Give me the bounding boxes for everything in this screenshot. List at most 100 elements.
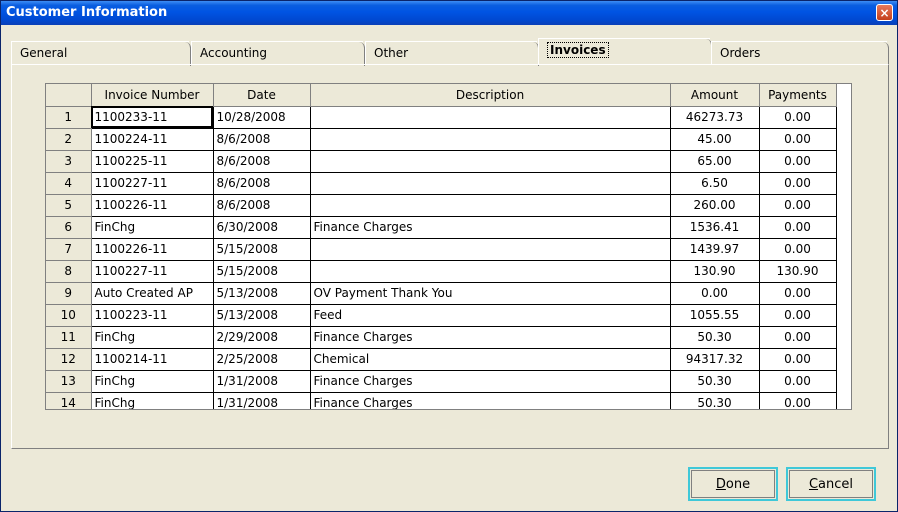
row-number-header[interactable] [46,84,92,107]
description-cell[interactable]: Finance Charges [310,392,671,409]
date-cell[interactable]: 5/13/2008 [213,304,311,327]
row-number-cell[interactable]: 11 [46,326,92,349]
row-number-cell[interactable]: 14 [46,392,92,409]
invoice-number-cell[interactable]: FinChg [91,216,214,239]
tab-orders[interactable]: Orders [711,41,889,66]
date-cell[interactable]: 5/15/2008 [213,260,311,283]
description-cell[interactable] [310,150,671,173]
row-number-cell[interactable]: 2 [46,128,92,151]
invoice-number-cell[interactable]: 1100226-11 [91,194,214,217]
date-cell[interactable]: 6/30/2008 [213,216,311,239]
table-row[interactable]: 12 1100214-11 2/25/2008 Chemical 94317.32 0.0… [46,348,837,371]
invoices-grid[interactable]: Invoice Number Date Description Amount P… [45,83,852,410]
amount-cell[interactable]: 130.90 [670,260,760,283]
date-cell[interactable]: 8/6/2008 [213,172,311,195]
close-icon[interactable]: × [876,4,893,21]
payments-cell[interactable]: 0.00 [759,216,837,239]
payments-cell[interactable]: 130.90 [759,260,837,283]
invoice-number-header[interactable]: Invoice Number [91,84,214,107]
description-cell[interactable] [310,260,671,283]
payments-cell[interactable]: 0.00 [759,348,837,371]
amount-cell[interactable]: 0.00 [670,282,760,305]
done-button[interactable]: Done [688,467,778,501]
description-cell[interactable] [310,106,671,129]
invoice-number-cell[interactable]: 1100233-11 [91,106,214,129]
payments-cell[interactable]: 0.00 [759,194,837,217]
description-cell[interactable]: Finance Charges [310,216,671,239]
row-number-cell[interactable]: 3 [46,150,92,173]
table-row[interactable]: 5 1100226-11 8/6/2008 260.00 0.00 [46,194,837,217]
description-cell[interactable]: OV Payment Thank You [310,282,671,305]
table-row[interactable]: 4 1100227-11 8/6/2008 6.50 0.00 [46,172,837,195]
row-number-cell[interactable]: 8 [46,260,92,283]
tab-other[interactable]: Other [365,41,539,66]
invoice-number-cell[interactable]: FinChg [91,370,214,393]
amount-cell[interactable]: 45.00 [670,128,760,151]
payments-cell[interactable]: 0.00 [759,282,837,305]
tab-invoices[interactable]: Invoices [538,38,712,65]
payments-cell[interactable]: 0.00 [759,304,837,327]
tab-general[interactable]: General [11,41,191,66]
description-cell[interactable]: Finance Charges [310,326,671,349]
table-row[interactable]: 8 1100227-11 5/15/2008 130.90 130.90 [46,260,837,283]
payments-cell[interactable]: 0.00 [759,172,837,195]
description-cell[interactable]: Finance Charges [310,370,671,393]
description-cell[interactable] [310,128,671,151]
invoice-number-cell[interactable]: 1100226-11 [91,238,214,261]
table-row[interactable]: 7 1100226-11 5/15/2008 1439.97 0.00 [46,238,837,261]
payments-header[interactable]: Payments [759,84,837,107]
cancel-button[interactable]: Cancel [786,467,876,501]
payments-cell[interactable]: 0.00 [759,106,837,129]
date-cell[interactable]: 8/6/2008 [213,150,311,173]
table-row[interactable]: 13 FinChg 1/31/2008 Finance Charges 50.30 0.0… [46,370,837,393]
row-number-cell[interactable]: 7 [46,238,92,261]
date-cell[interactable]: 10/28/2008 [213,106,311,129]
date-cell[interactable]: 8/6/2008 [213,128,311,151]
table-row[interactable]: 9 Auto Created AP 5/13/2008 OV Payment Than… [46,282,837,305]
payments-cell[interactable]: 0.00 [759,128,837,151]
row-number-cell[interactable]: 1 [46,106,92,129]
table-row[interactable]: 11 FinChg 2/29/2008 Finance Charges 50.30 0.0… [46,326,837,349]
row-number-cell[interactable]: 13 [46,370,92,393]
description-cell[interactable] [310,172,671,195]
amount-cell[interactable]: 50.30 [670,392,760,409]
tab-accounting[interactable]: Accounting [191,41,365,66]
description-cell[interactable] [310,194,671,217]
description-cell[interactable]: Chemical [310,348,671,371]
table-row[interactable]: 2 1100224-11 8/6/2008 45.00 0.00 [46,128,837,151]
date-cell[interactable]: 8/6/2008 [213,194,311,217]
table-row[interactable]: 1 1100233-11 10/28/2008 46273.73 0.00 [46,106,837,129]
amount-cell[interactable]: 50.30 [670,370,760,393]
row-number-cell[interactable]: 5 [46,194,92,217]
table-row[interactable]: 6 FinChg 6/30/2008 Finance Charges 1536.41 0.… [46,216,837,239]
table-row[interactable]: 14 FinChg 1/31/2008 Finance Charges 50.30 0.0… [46,392,837,409]
description-cell[interactable] [310,238,671,261]
amount-cell[interactable]: 50.30 [670,326,760,349]
row-number-cell[interactable]: 6 [46,216,92,239]
payments-cell[interactable]: 0.00 [759,326,837,349]
payments-cell[interactable]: 0.00 [759,150,837,173]
invoice-number-cell[interactable]: 1100225-11 [91,150,214,173]
date-cell[interactable]: 1/31/2008 [213,370,311,393]
invoice-number-cell[interactable]: FinChg [91,392,214,409]
date-header[interactable]: Date [213,84,311,107]
date-cell[interactable]: 2/29/2008 [213,326,311,349]
invoice-number-cell[interactable]: FinChg [91,326,214,349]
title-bar[interactable]: Customer Information × [1,1,897,25]
invoice-number-cell[interactable]: 1100227-11 [91,172,214,195]
row-number-cell[interactable]: 9 [46,282,92,305]
date-cell[interactable]: 2/25/2008 [213,348,311,371]
amount-cell[interactable]: 6.50 [670,172,760,195]
row-number-cell[interactable]: 4 [46,172,92,195]
invoice-number-cell[interactable]: 1100227-11 [91,260,214,283]
amount-cell[interactable]: 94317.32 [670,348,760,371]
date-cell[interactable]: 1/31/2008 [213,392,311,409]
payments-cell[interactable]: 0.00 [759,238,837,261]
table-row[interactable]: 3 1100225-11 8/6/2008 65.00 0.00 [46,150,837,173]
payments-cell[interactable]: 0.00 [759,392,837,409]
invoice-number-cell[interactable]: 1100224-11 [91,128,214,151]
date-cell[interactable]: 5/15/2008 [213,238,311,261]
invoice-number-cell[interactable]: Auto Created AP [91,282,214,305]
description-header[interactable]: Description [310,84,671,107]
payments-cell[interactable]: 0.00 [759,370,837,393]
